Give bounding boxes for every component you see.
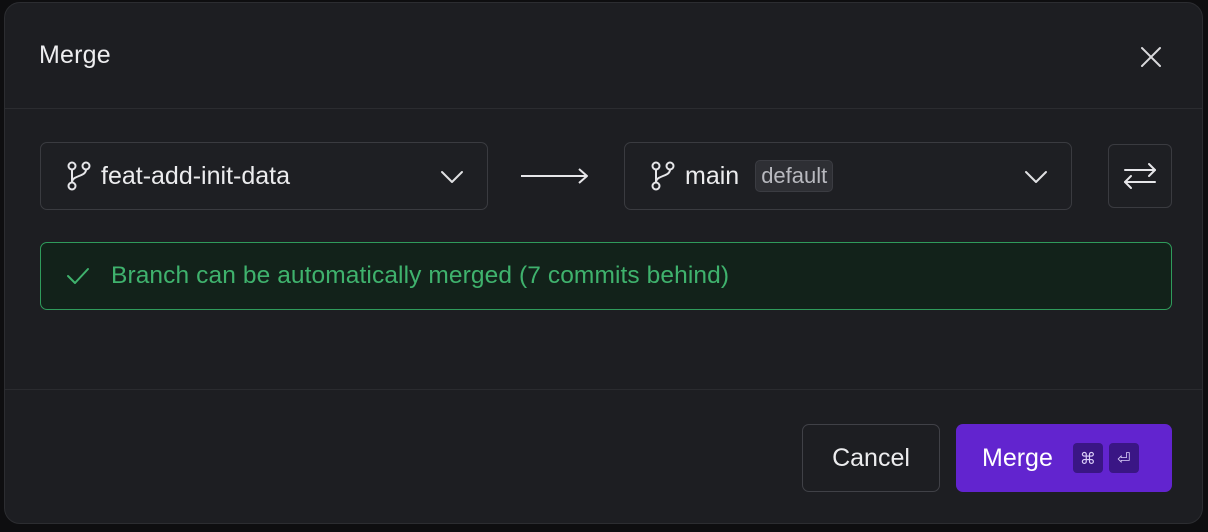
git-branch-icon	[649, 160, 677, 192]
swap-branches-button[interactable]	[1108, 144, 1172, 208]
target-branch-select[interactable]: main default	[624, 142, 1072, 210]
source-branch-name: feat-add-init-data	[101, 161, 291, 190]
dialog-header: Merge	[5, 3, 1202, 109]
footer-divider	[5, 389, 1202, 390]
git-branch-icon	[65, 160, 93, 192]
command-key-hint: ⌘	[1072, 443, 1103, 473]
source-branch-select[interactable]: feat-add-init-data	[40, 142, 488, 210]
close-button[interactable]	[1133, 39, 1169, 75]
cancel-button[interactable]: Cancel	[802, 424, 940, 492]
merge-button-label: Merge	[982, 443, 1053, 472]
merge-status-text: Branch can be automatically merged (7 co…	[111, 262, 730, 289]
check-icon	[65, 264, 91, 288]
default-badge: default	[755, 160, 834, 192]
merge-status-banner: Branch can be automatically merged (7 co…	[40, 242, 1172, 310]
enter-key-hint: ⏎	[1108, 443, 1139, 473]
merge-dialog: Merge feat-add-init-data main default Br…	[4, 2, 1203, 524]
close-icon	[1141, 47, 1161, 67]
arrow-right-icon	[521, 168, 588, 184]
target-branch-name: main	[685, 161, 740, 190]
swap-arrows-icon	[1124, 163, 1156, 189]
chevron-down-icon	[1023, 165, 1049, 189]
chevron-down-icon	[439, 165, 465, 189]
merge-button[interactable]: Merge ⌘ ⏎	[956, 424, 1172, 492]
dialog-title: Merge	[39, 41, 111, 69]
